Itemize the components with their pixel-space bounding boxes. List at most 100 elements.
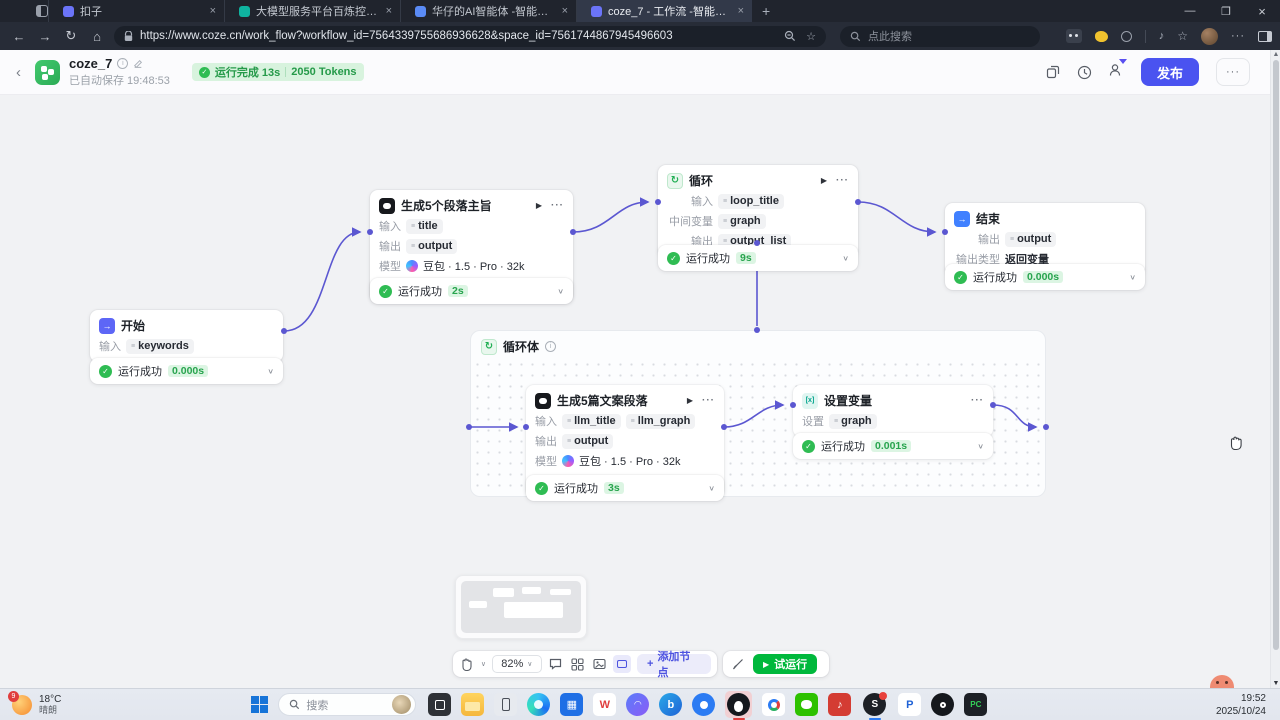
pan-mode-chevron-icon[interactable]: ∨ (481, 660, 486, 668)
chevron-down-icon[interactable]: ∨ (557, 287, 564, 296)
node-start[interactable]: → 开始 输入 ≡keywords (90, 310, 283, 362)
param-tag[interactable]: ≡output (562, 434, 613, 449)
back-chevron-icon[interactable]: ‹ (16, 64, 21, 81)
qq-active-slot[interactable] (725, 691, 752, 718)
param-tag[interactable]: ≡keywords (126, 339, 194, 354)
status-loop[interactable]: ✓ 运行成功 9s ∨ (658, 245, 858, 271)
auto-layout-icon[interactable] (569, 656, 585, 672)
chevron-down-icon[interactable]: ∨ (977, 442, 984, 451)
tab-bailian-console[interactable]: 大模型服务平台百炼控制台 × (224, 0, 400, 22)
param-tag[interactable]: ≡title (406, 219, 443, 234)
add-node-button[interactable]: + 添加节点 (637, 654, 711, 674)
tab-panel-icon[interactable] (36, 5, 48, 17)
chevron-down-icon[interactable]: ∨ (267, 367, 274, 376)
node-set-variable[interactable]: [x] 设置变量 ··· 设置 ≡graph (793, 385, 993, 437)
wechat-icon[interactable] (795, 693, 818, 716)
favorites-star-icon[interactable]: ☆ (1177, 29, 1188, 43)
tab-agent[interactable]: 华仔的AI智能体 -智能体 - 扣子 × (400, 0, 576, 22)
address-bar[interactable]: https://www.coze.cn/work_flow?workflow_i… (114, 26, 826, 47)
snapshot-icon[interactable] (591, 656, 607, 672)
paypal-like-icon[interactable]: P (898, 693, 921, 716)
chevron-down-icon[interactable]: ∨ (708, 484, 715, 493)
param-tag[interactable]: ≡output (406, 239, 457, 254)
zoom-select[interactable]: 82% ∨ (492, 655, 542, 673)
tab-close-icon[interactable]: × (738, 5, 744, 17)
tab-close-icon[interactable]: × (210, 5, 216, 17)
param-tag[interactable]: ≡loop_title (718, 194, 784, 209)
taskbar-clock[interactable]: 19:52 2025/10/24 (1216, 692, 1266, 718)
minimap-toggle-button[interactable] (613, 655, 631, 673)
workflow-canvas[interactable]: ↻ 循环体 i → (0, 95, 1280, 688)
scroll-down-icon[interactable]: ▼ (1271, 680, 1280, 687)
history-icon[interactable] (1077, 65, 1092, 80)
quick-search-box[interactable]: 点此搜索 (840, 26, 1040, 47)
file-explorer-icon[interactable] (461, 693, 484, 716)
duplicate-icon[interactable] (1046, 65, 1060, 79)
tab-kouzi[interactable]: 扣子 × (48, 0, 224, 22)
bing-icon[interactable]: b (659, 693, 682, 716)
status-end[interactable]: ✓ 运行成功 0.000s ∨ (945, 264, 1145, 290)
run-node-icon[interactable]: ▶ (821, 176, 827, 185)
run-node-icon[interactable]: ▶ (687, 396, 693, 405)
extension-icon[interactable] (1066, 29, 1082, 43)
param-tag[interactable]: ≡graph (829, 414, 877, 429)
zoom-out-icon[interactable] (784, 30, 796, 42)
wps-icon[interactable]: W (593, 693, 616, 716)
test-run-button[interactable]: ▶ 试运行 (753, 654, 817, 674)
chevron-down-icon[interactable]: ∨ (842, 254, 849, 263)
music-app-icon[interactable]: ♪ (828, 693, 851, 716)
task-view-icon[interactable] (428, 693, 451, 716)
node-more-icon[interactable]: ··· (971, 395, 984, 406)
browser-active-slot[interactable]: S (861, 691, 888, 718)
minimize-button[interactable]: — (1172, 0, 1208, 22)
tab-coze7-workflow[interactable]: coze_7 - 工作流 -智能体平台 × (576, 0, 752, 22)
tab-close-icon[interactable]: × (562, 5, 568, 17)
media-icon[interactable]: ♪ (1159, 30, 1165, 42)
scrollbar-thumb[interactable] (1273, 60, 1279, 650)
pan-mode-icon[interactable] (459, 656, 475, 672)
qq-icon[interactable] (727, 693, 750, 716)
back-icon[interactable]: ← (6, 29, 32, 44)
new-tab-button[interactable]: + (762, 3, 770, 19)
password-app-icon[interactable] (931, 693, 954, 716)
restore-button[interactable]: ❐ (1208, 0, 1244, 22)
scroll-up-icon[interactable]: ▲ (1271, 51, 1280, 58)
pet-extension-icon[interactable] (1095, 31, 1108, 42)
publish-button[interactable]: 发布 (1141, 58, 1199, 86)
microsoft-store-icon[interactable]: ▦ (560, 693, 583, 716)
debug-tool-icon[interactable] (730, 656, 746, 672)
home-icon[interactable]: ⌂ (84, 29, 110, 44)
sogou-app-icon[interactable]: S (863, 693, 886, 716)
comment-icon[interactable] (548, 656, 564, 672)
taskbar-search[interactable]: 搜索 (278, 693, 416, 716)
param-tag[interactable]: ≡graph (718, 214, 766, 229)
chevron-down-icon[interactable]: ∨ (1129, 273, 1136, 282)
status-start[interactable]: ✓ 运行成功 0.000s ∨ (90, 358, 283, 384)
docs-app-icon[interactable] (692, 693, 715, 716)
node-more-icon[interactable]: ··· (702, 395, 715, 406)
extension-ring-icon[interactable] (1121, 31, 1132, 42)
start-button[interactable] (251, 696, 268, 713)
edge-browser-icon[interactable] (527, 693, 550, 716)
sidebar-panel-icon[interactable] (1258, 31, 1272, 42)
run-complete-badge[interactable]: ✓ 运行完成 13s 2050 Tokens (192, 63, 364, 81)
header-more-button[interactable]: ··· (1216, 58, 1250, 86)
browser-menu-icon[interactable]: ··· (1231, 30, 1245, 42)
run-node-icon[interactable]: ▶ (536, 201, 542, 210)
node-more-icon[interactable]: ··· (836, 175, 849, 186)
param-tag[interactable]: ≡llm_title (562, 414, 621, 429)
tab-close-icon[interactable]: × (386, 5, 392, 17)
node-loop[interactable]: ↻ 循环 ▶ ··· 输入 ≡loop_title 中间变量 ≡graph 输出… (658, 165, 858, 257)
bookmark-star-icon[interactable]: ☆ (806, 30, 816, 43)
forward-icon[interactable]: → (32, 29, 58, 44)
info-icon[interactable]: i (117, 58, 128, 69)
page-scrollbar[interactable]: ▲ ▼ (1270, 50, 1280, 688)
edit-icon[interactable] (133, 59, 143, 69)
status-set-variable[interactable]: ✓ 运行成功 0.001s ∨ (793, 433, 993, 459)
param-tag[interactable]: ≡output (1005, 232, 1056, 247)
taskbar-weather[interactable]: 9 18°C 晴朗 (12, 694, 61, 716)
status-paragraphs[interactable]: ✓ 运行成功 3s ∨ (526, 475, 724, 501)
quark-browser-icon[interactable]: ◠ (626, 693, 649, 716)
netdisk-icon[interactable] (762, 693, 785, 716)
profile-avatar[interactable] (1201, 28, 1218, 45)
